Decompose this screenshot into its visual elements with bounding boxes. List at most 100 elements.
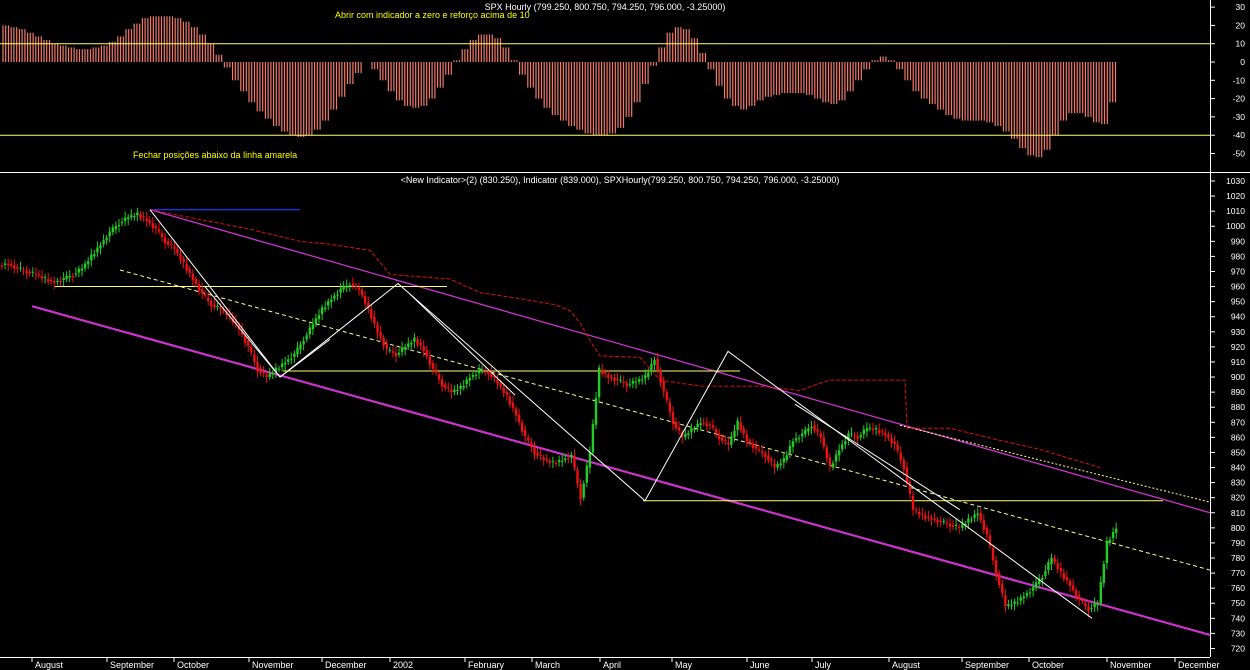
month-labels: August September October November December 20… bbox=[31, 657, 1220, 670]
y-tick-label: 980 bbox=[1231, 251, 1245, 261]
candle-body bbox=[117, 225, 121, 227]
candle-body bbox=[151, 223, 154, 228]
candle-body bbox=[339, 288, 342, 293]
candle-body bbox=[496, 379, 499, 384]
candle-body bbox=[484, 371, 487, 373]
candle-body bbox=[50, 280, 53, 281]
y-tick-label: 820 bbox=[1231, 493, 1245, 503]
candle-body bbox=[185, 263, 188, 271]
candle-body bbox=[1041, 577, 1044, 581]
candle-body bbox=[570, 454, 573, 457]
candle-body bbox=[308, 327, 311, 335]
candle-body bbox=[745, 434, 748, 442]
month-label: May bbox=[675, 660, 693, 670]
candle-body bbox=[890, 437, 893, 444]
candle-body bbox=[1047, 562, 1050, 570]
candle-body bbox=[13, 265, 16, 269]
main-panel-header: <New Indicator>(2) (830.250), Indicator … bbox=[401, 175, 840, 185]
candle-body bbox=[893, 441, 896, 444]
chart-canvas: SPX Hourly (799.250, 800.750, 794.250, 7… bbox=[0, 0, 1250, 670]
candle-body bbox=[1004, 595, 1007, 607]
candle-body bbox=[954, 525, 958, 526]
candle-body bbox=[373, 316, 376, 324]
candle-body bbox=[127, 217, 130, 220]
candle-body bbox=[708, 424, 712, 426]
candle-body bbox=[767, 455, 770, 461]
candle-body bbox=[1102, 563, 1105, 584]
candle-body bbox=[62, 278, 65, 280]
candle-body bbox=[357, 287, 361, 290]
y-tick-label: 1000 bbox=[1226, 221, 1245, 231]
candle-body bbox=[976, 513, 979, 516]
y-tick-label: 760 bbox=[1231, 583, 1245, 593]
candle-body bbox=[327, 301, 330, 306]
candle-body bbox=[982, 520, 985, 530]
candle-body bbox=[447, 387, 450, 389]
candle-body bbox=[764, 453, 767, 458]
candle-body bbox=[410, 342, 413, 345]
candle-body bbox=[3, 263, 7, 265]
zigzag-segment bbox=[204, 286, 281, 378]
candle-body bbox=[878, 429, 881, 434]
y-tick-label: 880 bbox=[1231, 402, 1245, 412]
stop-dashed-line bbox=[149, 209, 1101, 468]
y-tick-label: -20 bbox=[1233, 94, 1246, 104]
y-tick-label: 810 bbox=[1231, 508, 1245, 518]
candle-body bbox=[431, 363, 435, 369]
candle-body bbox=[1028, 592, 1032, 594]
candle-body bbox=[736, 420, 739, 430]
candle-body bbox=[90, 254, 93, 261]
histogram-bars bbox=[2, 16, 1117, 158]
candle-body bbox=[881, 431, 884, 433]
candle-body bbox=[31, 271, 34, 273]
candle-body bbox=[601, 369, 604, 374]
candle-body bbox=[96, 247, 99, 253]
candle-body bbox=[644, 375, 647, 379]
candle-body bbox=[899, 452, 902, 460]
candle-body bbox=[561, 460, 564, 462]
candle-body bbox=[887, 434, 890, 438]
candle-body bbox=[68, 276, 71, 278]
candle-body bbox=[687, 433, 690, 435]
candle-body bbox=[524, 429, 527, 437]
candle-body bbox=[684, 433, 687, 438]
candle-body bbox=[194, 279, 198, 284]
candle-body bbox=[456, 390, 459, 391]
candle-body bbox=[360, 289, 364, 296]
candle-body bbox=[203, 294, 207, 296]
candle-body bbox=[702, 422, 705, 424]
candle-body bbox=[961, 524, 964, 528]
candle-body bbox=[459, 385, 462, 390]
month-label: March bbox=[535, 660, 560, 670]
candle-body bbox=[637, 379, 641, 382]
candle-body bbox=[133, 216, 136, 218]
candle-body bbox=[37, 274, 41, 276]
y-tick-label: 870 bbox=[1231, 417, 1245, 427]
candle-body bbox=[865, 428, 869, 432]
candle-body bbox=[930, 517, 933, 520]
candle-body bbox=[108, 231, 111, 237]
candle-body bbox=[364, 296, 367, 304]
candle-body bbox=[831, 463, 835, 468]
candle-body bbox=[34, 273, 38, 275]
candle-body bbox=[354, 285, 358, 287]
y-tick-label: 860 bbox=[1231, 432, 1245, 442]
candle-body bbox=[536, 452, 539, 456]
month-label: June bbox=[750, 660, 770, 670]
candle-body bbox=[742, 428, 745, 434]
candle-body bbox=[973, 514, 976, 518]
candle-body bbox=[1022, 596, 1025, 599]
candle-body bbox=[453, 389, 456, 393]
month-label: February bbox=[468, 660, 505, 670]
candle-body bbox=[951, 524, 955, 527]
candle-body bbox=[47, 279, 50, 282]
candle-body bbox=[317, 315, 321, 320]
candle-body bbox=[591, 423, 595, 453]
candle-body bbox=[924, 515, 927, 519]
month-label: December bbox=[325, 660, 367, 670]
candle-body bbox=[791, 441, 795, 447]
candle-body bbox=[816, 429, 819, 432]
candle-body bbox=[74, 273, 78, 275]
y-tick-label: 840 bbox=[1231, 463, 1245, 473]
candle-body bbox=[477, 370, 481, 373]
